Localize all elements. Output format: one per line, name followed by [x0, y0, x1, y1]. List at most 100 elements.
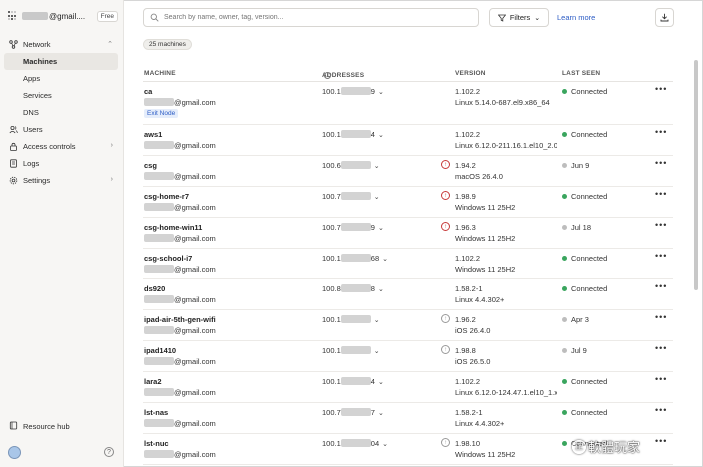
more-options-icon[interactable]: ••• — [655, 343, 667, 353]
sidebar-item-network[interactable]: Network ⌃ — [4, 36, 118, 53]
update-available-icon[interactable]: ↑ — [441, 191, 450, 200]
more-options-icon[interactable]: ••• — [655, 220, 667, 230]
machine-name[interactable]: ipad-air-5th-gen-wifi — [144, 315, 216, 324]
machine-name[interactable]: aws1 — [144, 130, 162, 139]
client-version: 1.98.10 — [455, 439, 481, 448]
ip-address[interactable]: 100.7 7 ⌄ — [322, 408, 384, 417]
search-box[interactable] — [143, 8, 479, 27]
filters-label: Filters — [509, 13, 531, 22]
plan-badge: Free — [96, 10, 118, 22]
sidebar-item-users[interactable]: Users — [4, 121, 118, 138]
chevron-down-icon: ⌄ — [534, 14, 541, 22]
chevron-down-icon[interactable]: ⌄ — [378, 225, 384, 232]
ip-address[interactable]: 100.1 68 ⌄ — [322, 254, 388, 263]
table-row[interactable]: csg-home-r7 @gmail.com 100.7 ⌄ ↑ 1.98.9 Window… — [143, 187, 673, 218]
machine-name[interactable]: csg-home-r7 — [144, 192, 189, 201]
ip-address[interactable]: 100.1 4 ⌄ — [322, 130, 384, 139]
machine-name[interactable]: lst-nas — [144, 408, 168, 417]
sidebar-item-apps[interactable]: Apps — [4, 70, 118, 87]
chevron-down-icon[interactable]: ⌄ — [374, 194, 380, 201]
table-row[interactable]: ca @gmail.com Exit Node 100.1 9 ⌄ 1.102.2 Linux… — [143, 82, 673, 125]
more-options-icon[interactable]: ••• — [655, 84, 667, 94]
ip-address[interactable]: 100.1 4 ⌄ — [322, 377, 384, 386]
ip-address[interactable]: 100.1 ⌄ — [322, 346, 380, 355]
more-options-icon[interactable]: ••• — [655, 436, 667, 446]
update-info-icon[interactable]: ↑ — [441, 438, 450, 447]
more-options-icon[interactable]: ••• — [655, 251, 667, 261]
ip-address[interactable]: 100.1 9 ⌄ — [322, 87, 384, 96]
table-row[interactable]: csg @gmail.com 100.6 ⌄ ↑ 1.94.2 macOS 26.4.0 Ju… — [143, 156, 673, 187]
os-version: Windows 11 25H2 — [455, 234, 516, 243]
ip-address[interactable]: 100.1 ⌄ — [322, 315, 380, 324]
sidebar-item-logs[interactable]: Logs — [4, 155, 118, 172]
ip-address[interactable]: 100.7 9 ⌄ — [322, 223, 384, 232]
machine-name[interactable]: ds920 — [144, 284, 165, 293]
more-options-icon[interactable]: ••• — [655, 374, 667, 384]
account-switcher[interactable]: @gmail.... Free — [8, 9, 118, 23]
chevron-down-icon[interactable]: ⌄ — [374, 163, 380, 170]
table-row[interactable]: ipad-air-5th-gen-wifi @gmail.com 100.1 ⌄ ↑ 1.… — [143, 310, 673, 341]
filters-button[interactable]: Filters ⌄ — [489, 8, 549, 27]
machine-name[interactable]: csg — [144, 161, 157, 170]
ip-address[interactable]: 100.1 04 ⌄ — [322, 439, 388, 448]
info-icon[interactable]: i — [324, 72, 331, 79]
more-options-icon[interactable]: ••• — [655, 158, 667, 168]
client-version: 1.98.9 — [455, 192, 476, 201]
table-row[interactable]: csg-home-win11 @gmail.com 100.7 9 ⌄ ↑ 1.96.3 Wi… — [143, 218, 673, 249]
update-available-icon[interactable]: ↑ — [441, 222, 450, 231]
chevron-down-icon[interactable]: ⌄ — [382, 256, 388, 263]
avatar[interactable] — [8, 446, 21, 459]
table-row[interactable]: ds920 @gmail.com 100.8 8 ⌄ 1.58.2-1 Linux 4.4.… — [143, 279, 673, 310]
update-available-icon[interactable]: ↑ — [441, 160, 450, 169]
chevron-down-icon[interactable]: ⌄ — [378, 132, 384, 139]
os-version: macOS 26.4.0 — [455, 172, 503, 181]
machine-name[interactable]: lara2 — [144, 377, 162, 386]
machine-name[interactable]: csg-home-win11 — [144, 223, 202, 232]
resource-hub-link[interactable]: Resource hub — [9, 421, 70, 432]
more-options-icon[interactable]: ••• — [655, 312, 667, 322]
more-options-icon[interactable]: ••• — [655, 405, 667, 415]
update-info-icon[interactable]: ↑ — [441, 345, 450, 354]
ip-address[interactable]: 100.6 ⌄ — [322, 161, 380, 170]
client-version: 1.96.2 — [455, 315, 476, 324]
status-dot-icon — [562, 441, 567, 446]
sidebar-item-access-controls[interactable]: Access controls › — [4, 138, 118, 155]
chevron-right-icon: › — [110, 176, 113, 183]
table-row[interactable]: lara2 @gmail.com 100.1 4 ⌄ 1.102.2 Linux 6.12.… — [143, 372, 673, 403]
update-info-icon[interactable]: ↑ — [441, 314, 450, 323]
machine-name[interactable]: ca — [144, 87, 152, 96]
machine-name[interactable]: ipad1410 — [144, 346, 176, 355]
os-version: Windows 11 25H2 — [455, 265, 516, 274]
last-seen-status: Connected — [562, 254, 607, 263]
sidebar-item-settings[interactable]: Settings › — [4, 172, 118, 189]
table-row[interactable]: ipad1410 @gmail.com 100.1 ⌄ ↑ 1.98.8 iOS 26.5.… — [143, 341, 673, 372]
owner-email: @gmail.com — [144, 141, 216, 150]
sidebar-item-services[interactable]: Services — [4, 87, 118, 104]
chevron-down-icon[interactable]: ⌄ — [374, 317, 380, 324]
sidebar-item-label: Access controls — [23, 142, 76, 151]
ip-address[interactable]: 100.8 8 ⌄ — [322, 284, 384, 293]
table-row[interactable]: csg-school-i7 @gmail.com 100.1 68 ⌄ 1.102.2 Wi… — [143, 249, 673, 279]
table-row[interactable]: lst-nas @gmail.com 100.7 7 ⌄ 1.58.2-1 Linux 4.… — [143, 403, 673, 434]
table-row[interactable]: aws1 @gmail.com 100.1 4 ⌄ 1.102.2 Linux 6.12.0… — [143, 125, 673, 156]
chevron-down-icon[interactable]: ⌄ — [374, 348, 380, 355]
learn-more-link[interactable]: Learn more — [557, 13, 595, 22]
chevron-down-icon[interactable]: ⌄ — [378, 286, 384, 293]
chevron-down-icon[interactable]: ⌄ — [378, 379, 384, 386]
chevron-down-icon[interactable]: ⌄ — [382, 441, 388, 448]
sidebar-item-dns[interactable]: DNS — [4, 104, 118, 121]
machine-name[interactable]: csg-school-i7 — [144, 254, 192, 263]
scrollbar[interactable] — [694, 60, 698, 290]
machine-name[interactable]: lst-nuc — [144, 439, 169, 448]
search-input[interactable] — [164, 14, 478, 21]
download-button[interactable] — [655, 8, 674, 27]
client-version: 1.102.2 — [455, 130, 481, 139]
sidebar-item-machines[interactable]: Machines — [4, 53, 118, 70]
chevron-down-icon[interactable]: ⌄ — [378, 410, 384, 417]
more-options-icon[interactable]: ••• — [655, 127, 667, 137]
help-icon[interactable]: ? — [104, 447, 114, 457]
more-options-icon[interactable]: ••• — [655, 281, 667, 291]
more-options-icon[interactable]: ••• — [655, 189, 667, 199]
chevron-down-icon[interactable]: ⌄ — [378, 89, 384, 96]
ip-address[interactable]: 100.7 ⌄ — [322, 192, 380, 201]
